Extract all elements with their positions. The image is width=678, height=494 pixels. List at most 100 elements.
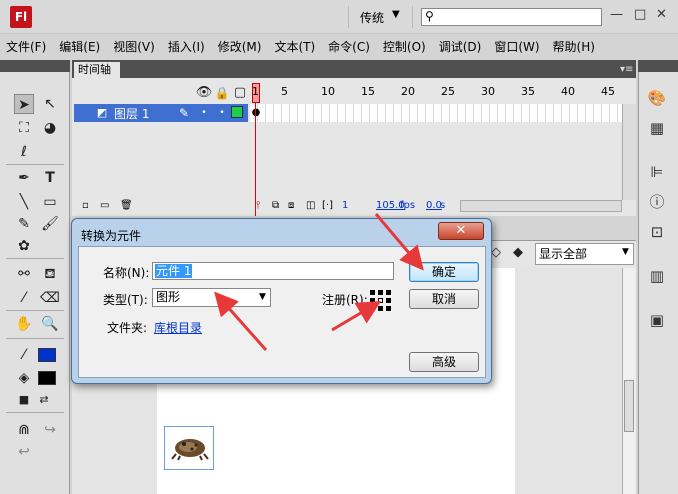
tab-timeline[interactable]: 时间轴 bbox=[74, 62, 120, 78]
menu-debug[interactable]: 调试(D) bbox=[439, 38, 482, 55]
workspace-switcher[interactable]: 传统 bbox=[360, 9, 384, 26]
menu-edit[interactable]: 编辑(E) bbox=[59, 38, 100, 55]
fill-color-swatch[interactable] bbox=[38, 371, 56, 385]
fill-color-icon: ◈ bbox=[18, 370, 30, 386]
menu-insert[interactable]: 插入(I) bbox=[168, 38, 205, 55]
ok-button[interactable]: 确定 bbox=[409, 262, 479, 282]
menu-view[interactable]: 视图(V) bbox=[113, 38, 155, 55]
eyedropper-tool-icon[interactable]: ⁄ bbox=[14, 288, 34, 308]
symbol-name-value[interactable]: 元件 1 bbox=[155, 264, 193, 278]
stroke-color-icon: ⁄ bbox=[22, 347, 26, 363]
menu-modify[interactable]: 修改(M) bbox=[218, 38, 262, 55]
menu-file[interactable]: 文件(F) bbox=[6, 38, 46, 55]
hand-tool-icon[interactable]: ✋ bbox=[14, 314, 34, 334]
align-panel-icon[interactable]: ⊫ bbox=[647, 162, 667, 182]
info-panel-icon[interactable]: ⓘ bbox=[647, 192, 667, 212]
stroke-color-swatch[interactable] bbox=[38, 348, 56, 362]
chevron-down-icon[interactable]: ▼ bbox=[259, 292, 266, 302]
transform-panel-icon[interactable]: ⊡ bbox=[647, 222, 667, 242]
frame-number: 10 bbox=[321, 85, 335, 98]
close-icon[interactable]: ✕ bbox=[656, 7, 667, 22]
frame-number: 5 bbox=[281, 85, 288, 98]
outline-color-icon[interactable] bbox=[231, 106, 243, 118]
free-transform-tool-icon[interactable]: ⛶ bbox=[14, 118, 34, 138]
snap-to-objects-icon[interactable]: ⋒ bbox=[14, 420, 34, 440]
outline-icon[interactable]: ▢ bbox=[230, 83, 250, 103]
line-tool-icon[interactable]: ╲ bbox=[14, 192, 34, 212]
eraser-tool-icon[interactable]: ⌫ bbox=[40, 288, 60, 308]
frame-number: 35 bbox=[521, 85, 535, 98]
edit-symbols-icon[interactable]: ◆ bbox=[508, 243, 528, 263]
deco-tool-icon[interactable]: ✿ bbox=[14, 236, 34, 256]
frame-number: 15 bbox=[361, 85, 375, 98]
library-panel-icon[interactable]: ▥ bbox=[647, 266, 667, 286]
smooth-icon[interactable]: ↪ bbox=[40, 420, 60, 440]
library-root-link[interactable]: 库根目录 bbox=[154, 319, 202, 336]
stage-vscroll-thumb[interactable] bbox=[624, 380, 634, 432]
straighten-icon[interactable]: ↩ bbox=[14, 442, 34, 462]
subselection-tool-icon[interactable]: ↖ bbox=[40, 94, 60, 114]
pen-tool-icon[interactable]: ✒ bbox=[14, 168, 34, 188]
color-panel-icon[interactable]: 🎨 bbox=[647, 88, 667, 108]
menu-text[interactable]: 文本(T) bbox=[274, 38, 315, 55]
tool-divider bbox=[6, 338, 64, 339]
folder-label: 文件夹: bbox=[107, 321, 148, 335]
panel-menu-icon[interactable]: ▾≡ bbox=[620, 64, 633, 75]
selection-tool-icon[interactable]: ➤ bbox=[14, 94, 34, 114]
minimize-icon[interactable]: — bbox=[610, 7, 623, 22]
edit-multiple-frames-icon[interactable]: ◫ bbox=[306, 200, 315, 211]
advanced-button[interactable]: 高级 bbox=[409, 352, 479, 372]
keyframe-icon[interactable]: ● bbox=[246, 103, 266, 123]
lasso-tool-icon[interactable]: ℓ bbox=[14, 142, 34, 162]
frog-image[interactable] bbox=[170, 432, 210, 462]
frame-number: 30 bbox=[481, 85, 495, 98]
black-white-icon[interactable]: ■ bbox=[14, 390, 34, 410]
dialog-close-button[interactable]: ✕ bbox=[438, 222, 484, 240]
registration-grid-icon[interactable] bbox=[370, 290, 392, 312]
layer-name[interactable]: 图层 1 bbox=[114, 105, 149, 122]
cancel-button[interactable]: 取消 bbox=[409, 289, 479, 309]
center-frame-icon[interactable]: ⫯ bbox=[256, 200, 260, 211]
separator bbox=[412, 6, 413, 28]
pencil-tool-icon[interactable]: ✎ bbox=[14, 214, 34, 234]
symbol-type-select[interactable]: 图形 bbox=[152, 288, 271, 307]
3d-rotation-tool-icon[interactable]: ◕ bbox=[40, 118, 60, 138]
new-layer-icon[interactable]: ▫ bbox=[82, 200, 89, 211]
lock-icon[interactable]: 🔒 bbox=[212, 83, 232, 103]
timeline-hscroll[interactable] bbox=[460, 200, 622, 212]
modify-markers-icon[interactable]: [·] bbox=[322, 200, 333, 211]
menu-control[interactable]: 控制(O) bbox=[383, 38, 426, 55]
frames-grid[interactable] bbox=[250, 104, 622, 122]
maximize-icon[interactable]: □ bbox=[634, 7, 646, 22]
visibility-dot-icon[interactable]: • bbox=[194, 103, 214, 123]
frame-number: 1 bbox=[252, 85, 259, 98]
timeline-vscroll[interactable] bbox=[622, 104, 636, 200]
tool-divider bbox=[6, 412, 64, 413]
delete-icon[interactable]: 🗑 bbox=[120, 200, 133, 211]
rectangle-tool-icon[interactable]: ▭ bbox=[40, 192, 60, 212]
layer-type-icon: ◩ bbox=[96, 106, 108, 119]
show-hide-eye-icon[interactable]: 👁 bbox=[194, 83, 214, 103]
menu-help[interactable]: 帮助(H) bbox=[553, 38, 595, 55]
paint-bucket-tool-icon[interactable]: ⛾ bbox=[40, 264, 60, 284]
brush-tool-icon[interactable]: 🖌 bbox=[40, 214, 60, 234]
swatches-panel-icon[interactable]: ▦ bbox=[647, 118, 667, 138]
tools-panel-header[interactable] bbox=[0, 60, 70, 72]
zoom-select[interactable]: 显示全部 bbox=[535, 243, 634, 265]
onion-outline-icon[interactable]: ⧈ bbox=[288, 200, 294, 211]
swap-colors-icon[interactable]: ⇄ bbox=[34, 390, 54, 410]
text-tool-icon[interactable]: T bbox=[40, 168, 60, 188]
right-dock-header[interactable] bbox=[638, 60, 678, 72]
chevron-down-icon[interactable]: ▼ bbox=[622, 247, 629, 257]
menu-window[interactable]: 窗口(W) bbox=[494, 38, 539, 55]
lock-dot-icon[interactable]: • bbox=[212, 103, 232, 123]
help-search-input[interactable]: ⚲ bbox=[421, 8, 602, 26]
bone-tool-icon[interactable]: ⚯ bbox=[14, 264, 34, 284]
components-panel-icon[interactable]: ▣ bbox=[647, 310, 667, 330]
zoom-tool-icon[interactable]: 🔍 bbox=[40, 314, 60, 334]
search-icon: ⚲ bbox=[425, 9, 434, 23]
new-folder-icon[interactable]: ▭ bbox=[100, 200, 109, 211]
chevron-down-icon[interactable]: ▼ bbox=[392, 9, 400, 20]
onion-skin-icon[interactable]: ⧉ bbox=[272, 200, 279, 211]
menu-commands[interactable]: 命令(C) bbox=[328, 38, 370, 55]
